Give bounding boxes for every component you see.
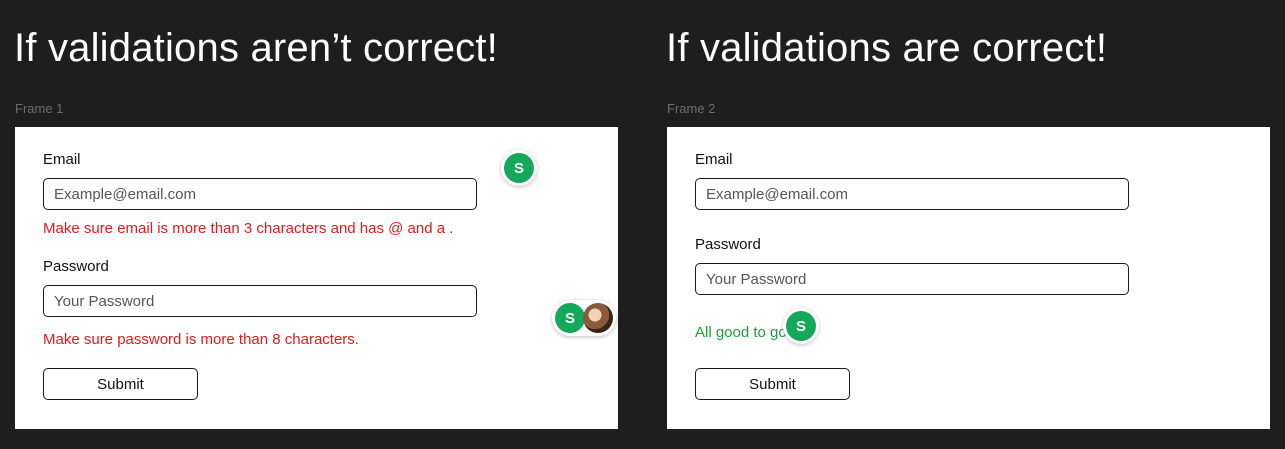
avatar: S (786, 311, 816, 341)
left-heading: If validations aren’t correct! (14, 26, 498, 70)
success-message: All good to go (695, 324, 787, 341)
password-label: Password (695, 236, 761, 253)
submit-button[interactable]: Submit (43, 368, 198, 400)
password-input[interactable] (695, 263, 1129, 295)
frame-2-label[interactable]: Frame 2 (667, 101, 715, 116)
collaborator-cursor-group: S (552, 300, 616, 336)
frame-1-label[interactable]: Frame 1 (15, 101, 63, 116)
email-label: Email (43, 151, 81, 168)
email-error-message: Make sure email is more than 3 character… (43, 220, 454, 237)
avatar: S (504, 153, 534, 183)
password-error-message: Make sure password is more than 8 charac… (43, 331, 359, 348)
collaborator-cursor: S (783, 308, 819, 344)
email-label: Email (695, 151, 733, 168)
email-input[interactable] (43, 178, 477, 210)
avatar: S (555, 303, 585, 333)
password-input[interactable] (43, 285, 477, 317)
submit-button[interactable]: Submit (695, 368, 850, 400)
avatar-photo (583, 303, 613, 333)
collaborator-cursor: S (501, 150, 537, 186)
right-heading: If validations are correct! (666, 26, 1108, 70)
frame-2: Email Password All good to go Submit (667, 127, 1270, 429)
password-label: Password (43, 258, 109, 275)
email-input[interactable] (695, 178, 1129, 210)
